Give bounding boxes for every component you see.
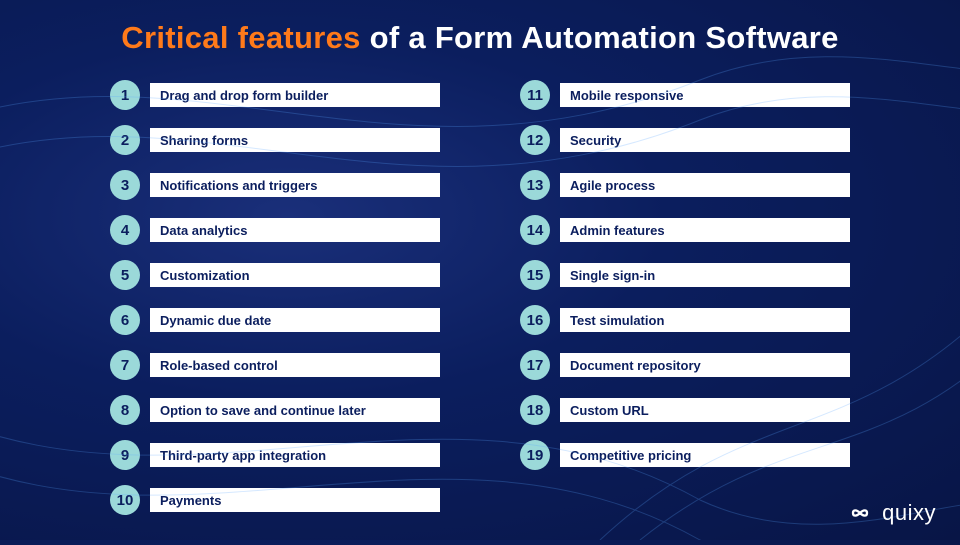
feature-item: 15 Single sign-in xyxy=(520,260,850,290)
feature-item: 18 Custom URL xyxy=(520,395,850,425)
feature-number-badge: 4 xyxy=(110,215,140,245)
feature-item: 9 Third-party app integration xyxy=(110,440,440,470)
feature-label: Admin features xyxy=(560,218,850,242)
feature-number-badge: 15 xyxy=(520,260,550,290)
feature-label: Data analytics xyxy=(150,218,440,242)
feature-label: Dynamic due date xyxy=(150,308,440,332)
feature-number-badge: 2 xyxy=(110,125,140,155)
feature-number-badge: 1 xyxy=(110,80,140,110)
feature-number-badge: 11 xyxy=(520,80,550,110)
feature-item: 5 Customization xyxy=(110,260,440,290)
feature-number-badge: 8 xyxy=(110,395,140,425)
feature-label: Sharing forms xyxy=(150,128,440,152)
feature-label: Test simulation xyxy=(560,308,850,332)
feature-item: 3 Notifications and triggers xyxy=(110,170,440,200)
feature-label: Single sign-in xyxy=(560,263,850,287)
feature-number-badge: 17 xyxy=(520,350,550,380)
feature-label: Third-party app integration xyxy=(150,443,440,467)
feature-label: Role-based control xyxy=(150,353,440,377)
feature-item: 16 Test simulation xyxy=(520,305,850,335)
brand-name: quixy xyxy=(882,500,936,526)
feature-number-badge: 12 xyxy=(520,125,550,155)
brand-logo: quixy xyxy=(846,500,936,526)
feature-item: 4 Data analytics xyxy=(110,215,440,245)
infinity-icon xyxy=(846,502,874,524)
feature-item: 7 Role-based control xyxy=(110,350,440,380)
feature-column-right: 11 Mobile responsive 12 Security 13 Agile p… xyxy=(520,80,850,515)
feature-label: Custom URL xyxy=(560,398,850,422)
title-rest: of a Form Automation Software xyxy=(361,20,839,55)
feature-number-badge: 5 xyxy=(110,260,140,290)
feature-column-left: 1 Drag and drop form builder 2 Sharing for… xyxy=(110,80,440,515)
feature-label: Payments xyxy=(150,488,440,512)
feature-item: 19 Competitive pricing xyxy=(520,440,850,470)
feature-number-badge: 14 xyxy=(520,215,550,245)
title-highlight: Critical features xyxy=(121,20,360,55)
feature-number-badge: 16 xyxy=(520,305,550,335)
feature-number-badge: 18 xyxy=(520,395,550,425)
feature-label: Option to save and continue later xyxy=(150,398,440,422)
feature-label: Notifications and triggers xyxy=(150,173,440,197)
feature-item: 11 Mobile responsive xyxy=(520,80,850,110)
feature-item: 2 Sharing forms xyxy=(110,125,440,155)
page-title: Critical features of a Form Automation S… xyxy=(0,0,960,56)
feature-label: Drag and drop form builder xyxy=(150,83,440,107)
feature-number-badge: 10 xyxy=(110,485,140,515)
feature-number-badge: 9 xyxy=(110,440,140,470)
feature-item: 8 Option to save and continue later xyxy=(110,395,440,425)
feature-item: 14 Admin features xyxy=(520,215,850,245)
feature-item: 17 Document repository xyxy=(520,350,850,380)
feature-item: 6 Dynamic due date xyxy=(110,305,440,335)
feature-item: 1 Drag and drop form builder xyxy=(110,80,440,110)
feature-number-badge: 6 xyxy=(110,305,140,335)
feature-columns: 1 Drag and drop form builder 2 Sharing for… xyxy=(0,80,960,515)
feature-label: Competitive pricing xyxy=(560,443,850,467)
feature-label: Customization xyxy=(150,263,440,287)
feature-label: Security xyxy=(560,128,850,152)
feature-number-badge: 13 xyxy=(520,170,550,200)
feature-item: 10 Payments xyxy=(110,485,440,515)
feature-item: 12 Security xyxy=(520,125,850,155)
feature-number-badge: 19 xyxy=(520,440,550,470)
feature-label: Document repository xyxy=(560,353,850,377)
feature-number-badge: 7 xyxy=(110,350,140,380)
feature-number-badge: 3 xyxy=(110,170,140,200)
feature-label: Agile process xyxy=(560,173,850,197)
feature-label: Mobile responsive xyxy=(560,83,850,107)
feature-item: 13 Agile process xyxy=(520,170,850,200)
